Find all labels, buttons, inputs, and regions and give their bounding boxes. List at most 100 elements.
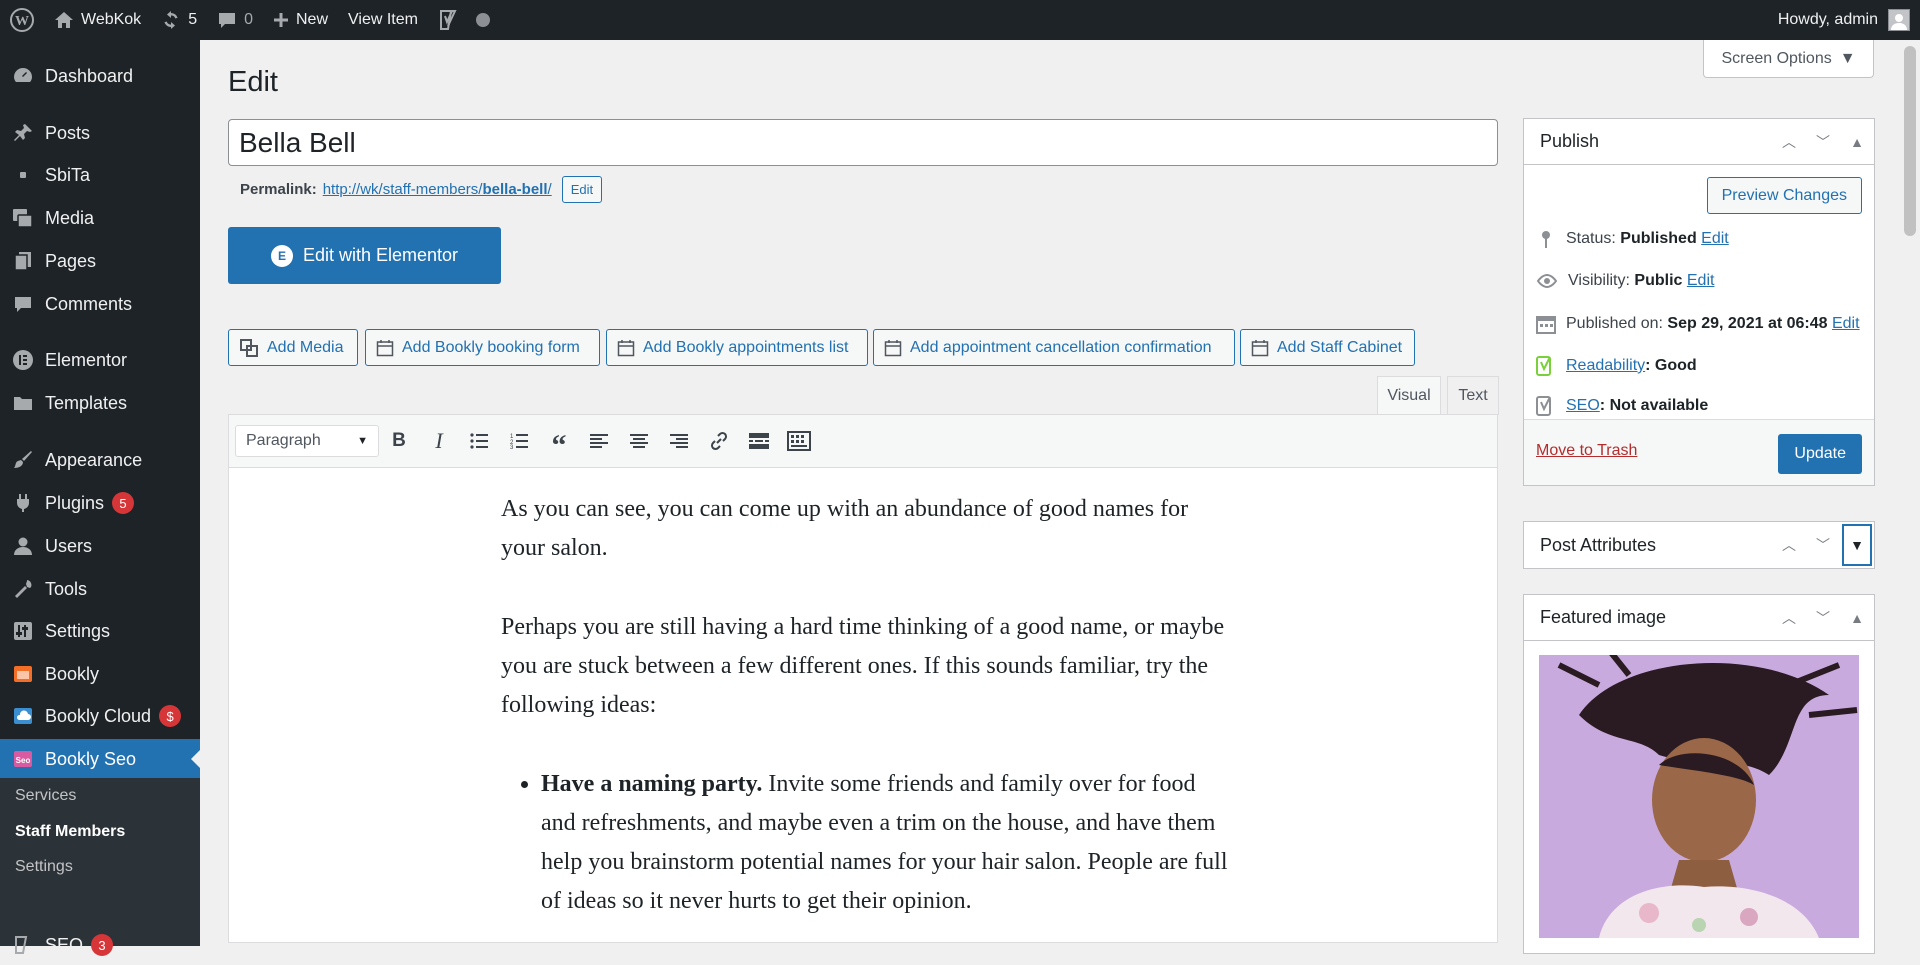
published-edit-link[interactable]: Edit (1832, 315, 1860, 332)
my-account[interactable]: Howdy, admin (1778, 9, 1920, 31)
permalink-link[interactable]: http://wk/staff-members/bella-bell/ (323, 181, 552, 198)
move-down-icon[interactable]: ﹀ (1806, 522, 1840, 568)
bold-button[interactable]: B (379, 425, 419, 457)
align-left-button[interactable] (579, 425, 619, 457)
move-down-icon[interactable]: ﹀ (1806, 119, 1840, 165)
featured-image-thumbnail[interactable] (1539, 655, 1859, 938)
format-select[interactable]: Paragraph ▼ (235, 425, 379, 457)
folder-icon (12, 392, 34, 414)
align-right-button[interactable] (659, 425, 699, 457)
menu-tools[interactable]: Tools (0, 569, 200, 609)
scrollbar-thumb[interactable] (1904, 46, 1916, 236)
align-center-button[interactable] (619, 425, 659, 457)
status-edit-link[interactable]: Edit (1701, 230, 1729, 247)
seo-link[interactable]: SEO (1566, 397, 1600, 414)
menu-bookly-seo[interactable]: Seo Bookly Seo (0, 739, 200, 779)
screen-options-label: Screen Options (1721, 49, 1832, 67)
seo-badge: 3 (91, 934, 114, 956)
post-title-input[interactable]: Bella Bell (228, 119, 1498, 166)
seo-value: : Not available (1599, 397, 1709, 414)
format-select-value: Paragraph (246, 432, 321, 449)
add-media-button[interactable]: Add Media (228, 329, 358, 366)
post-title-value: Bella Bell (239, 126, 356, 158)
permalink-row: Permalink: http://wk/staff-members/bella… (240, 176, 603, 203)
update-button[interactable]: Update (1778, 434, 1862, 474)
readability-link[interactable]: Readability (1566, 357, 1645, 374)
tab-visual[interactable]: Visual (1377, 376, 1441, 415)
page-scrollbar[interactable] (1900, 40, 1920, 943)
read-more-button[interactable] (739, 425, 779, 457)
menu-plugins[interactable]: Plugins 5 (0, 483, 200, 523)
menu-pages[interactable]: Pages (0, 241, 200, 281)
link-icon (710, 431, 728, 451)
menu-templates[interactable]: Templates (0, 383, 200, 423)
pin-icon (12, 122, 34, 144)
add-appointment-cancellation-button[interactable]: Add appointment cancellation confirmatio… (873, 329, 1235, 366)
bullet-list-button[interactable] (459, 425, 499, 457)
blockquote-button[interactable]: “ (539, 425, 579, 461)
settings-icon (12, 620, 34, 642)
menu-sbita[interactable]: SbiTa (0, 155, 200, 195)
insert-link-button[interactable] (699, 425, 739, 457)
menu-posts[interactable]: Posts (0, 113, 200, 153)
calendar-icon (1536, 316, 1556, 334)
yoast-menu[interactable] (428, 0, 501, 40)
plus-icon (274, 13, 288, 27)
edit-with-elementor-button[interactable]: E Edit with Elementor (228, 227, 501, 284)
menu-dashboard[interactable]: Dashboard (0, 56, 200, 96)
site-name-link[interactable]: WebKok (44, 0, 151, 40)
add-bookly-appointments-list-button[interactable]: Add Bookly appointments list (606, 329, 868, 366)
collapse-toggle-icon[interactable]: ▲ (1840, 595, 1874, 641)
visibility-row: Visibility: Public Edit (1536, 272, 1714, 290)
menu-elementor[interactable]: Elementor (0, 340, 200, 380)
expand-toggle-icon[interactable]: ▼ (1840, 522, 1874, 568)
menu-comments[interactable]: Comments (0, 284, 200, 324)
menu-label: Pages (45, 250, 97, 271)
menu-settings[interactable]: Settings (0, 611, 200, 651)
move-to-trash-link[interactable]: Move to Trash (1536, 442, 1637, 460)
wordpress-logo[interactable]: W (0, 0, 44, 40)
visibility-edit-link[interactable]: Edit (1687, 272, 1715, 289)
move-up-icon[interactable]: ︿ (1772, 595, 1806, 641)
add-bookly-booking-form-button[interactable]: Add Bookly booking form (365, 329, 600, 366)
publish-title: Publish (1540, 131, 1600, 151)
preview-changes-button[interactable]: Preview Changes (1706, 177, 1862, 214)
tab-text[interactable]: Text (1447, 376, 1499, 415)
keyboard-icon (787, 431, 811, 451)
align-center-icon (630, 434, 648, 448)
updates-link[interactable]: 5 (151, 0, 207, 40)
submenu-services[interactable]: Services (15, 787, 76, 805)
add-staff-cabinet-button[interactable]: Add Staff Cabinet (1240, 329, 1415, 366)
move-down-icon[interactable]: ﹀ (1806, 595, 1840, 641)
menu-bookly[interactable]: Bookly (0, 654, 200, 694)
italic-button[interactable]: I (419, 425, 459, 457)
content-editor: Paragraph ▼ B I 123 “ As you can see, yo… (228, 414, 1498, 943)
menu-bookly-cloud[interactable]: Bookly Cloud $ (0, 696, 200, 736)
submenu-staff-members[interactable]: Staff Members (15, 823, 125, 841)
collapse-toggle-icon[interactable]: ▲ (1840, 119, 1874, 165)
editor-body[interactable]: As you can see, you can come up with an … (501, 490, 1236, 921)
numbered-list-button[interactable]: 123 (499, 425, 539, 457)
move-up-icon[interactable]: ︿ (1772, 119, 1806, 165)
view-item-link[interactable]: View Item (338, 0, 428, 40)
screen-options-button[interactable]: Screen Options ▼ (1703, 40, 1874, 78)
new-content-link[interactable]: New (263, 0, 338, 40)
move-up-icon[interactable]: ︿ (1772, 522, 1806, 568)
elementor-button-label: Edit with Elementor (302, 245, 459, 265)
comments-link[interactable]: 0 (207, 0, 263, 40)
woman-portrait-image (1539, 655, 1859, 938)
toolbar-toggle-button[interactable] (779, 425, 819, 457)
menu-appearance[interactable]: Appearance (0, 440, 200, 480)
menu-media[interactable]: Media (0, 198, 200, 238)
submenu-settings[interactable]: Settings (15, 858, 73, 876)
brush-icon (12, 449, 34, 471)
calendar-icon (617, 339, 635, 356)
new-label: New (296, 11, 329, 28)
menu-users[interactable]: Users (0, 526, 200, 566)
post-attributes-title: Post Attributes (1540, 534, 1657, 555)
numbered-list-icon: 123 (510, 434, 528, 449)
menu-seo[interactable]: SEO 3 (0, 925, 200, 965)
permalink-edit-button[interactable]: Edit (561, 176, 603, 203)
site-name: WebKok (81, 11, 142, 28)
yoast-icon (439, 10, 457, 30)
